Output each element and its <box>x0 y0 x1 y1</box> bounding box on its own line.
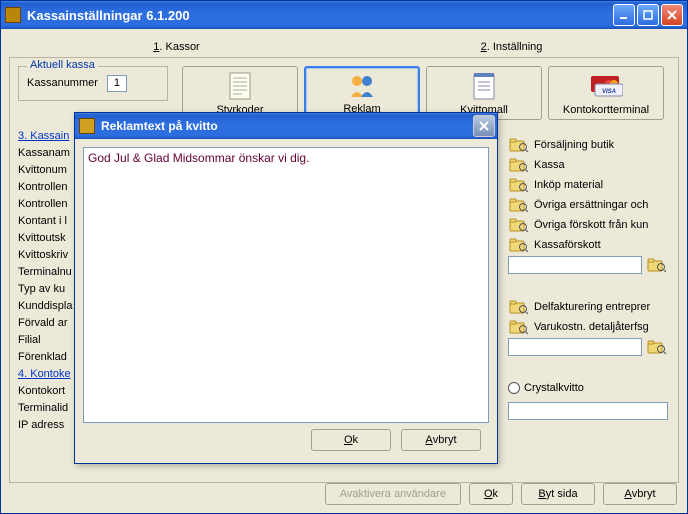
kassanummer-label: Kassanummer <box>27 77 98 89</box>
lookup-row[interactable]: Inköp material <box>508 176 668 194</box>
field-label: Typ av ku <box>18 283 72 295</box>
field-label: Kontrollen <box>18 181 72 193</box>
lookup-row[interactable]: Försäljning butik <box>508 136 668 154</box>
folder-search-icon <box>508 156 530 174</box>
reklamtext-dialog: Reklamtext på kvitto God Jul & Glad Mids… <box>74 112 498 464</box>
lookup-row[interactable]: Delfakturering entreprer <box>508 298 668 316</box>
document-icon <box>228 67 252 104</box>
dialog-ok-button[interactable]: Ok <box>311 429 391 451</box>
field-label: Terminalnu <box>18 266 72 278</box>
field-label: Terminalid <box>18 402 72 414</box>
field-label: Kvittoskriv <box>18 249 72 261</box>
close-button[interactable] <box>661 4 683 26</box>
people-icon <box>347 68 377 103</box>
field-label: Förvald ar <box>18 317 72 329</box>
field-label: Kunddispla <box>18 300 72 312</box>
dialog-close-button[interactable] <box>473 115 495 137</box>
text-input[interactable] <box>508 338 642 356</box>
left-label-column: 3. Kassain Kassanam Kvittonum Kontrollen… <box>18 130 72 431</box>
kassanummer-input[interactable]: 1 <box>107 75 127 92</box>
notepad-icon <box>472 67 496 104</box>
field-label: Kontant i l <box>18 215 72 227</box>
field-label: Kontrollen <box>18 198 72 210</box>
text-input[interactable] <box>508 402 668 420</box>
minimize-button[interactable] <box>613 4 635 26</box>
bottom-button-row: Avaktivera användare Ok Byt sida Avbryt <box>325 483 677 505</box>
maximize-button[interactable] <box>637 4 659 26</box>
tab-installning[interactable]: 2. Inställning <box>344 37 679 57</box>
dialog-avbryt-button[interactable]: Avbryt <box>401 429 481 451</box>
ok-button[interactable]: Ok <box>469 483 513 505</box>
right-column: Försäljning butik Kassa Inköp material Ö… <box>508 136 668 420</box>
avbryt-button[interactable]: Avbryt <box>603 483 677 505</box>
folder-search-icon <box>508 196 530 214</box>
field-label: Kontokort <box>18 385 72 397</box>
aktuell-kassa-legend: Aktuell kassa <box>27 59 98 71</box>
lookup-row[interactable]: Kassa <box>508 156 668 174</box>
field-label: Kvittoutsk <box>18 232 72 244</box>
tab-bar: 1. Kassor 2. Inställning <box>9 37 679 57</box>
lookup-row[interactable]: Kassaförskott <box>508 236 668 254</box>
lookup-row[interactable]: Varukostn. detaljåterfsg <box>508 318 668 336</box>
svg-text:VISA: VISA <box>602 89 616 95</box>
dialog-icon <box>79 118 95 134</box>
dialog-content: God Jul & Glad Midsommar önskar vi dig. … <box>75 139 497 463</box>
folder-search-icon[interactable] <box>646 256 668 274</box>
lookup-row[interactable]: Övriga ersättningar och <box>508 196 668 214</box>
folder-search-icon <box>508 236 530 254</box>
reklamtext-textarea[interactable]: God Jul & Glad Midsommar önskar vi dig. <box>83 147 489 423</box>
deactivate-user-button: Avaktivera användare <box>325 483 461 505</box>
field-label: Filial <box>18 334 72 346</box>
dialog-button-row: Ok Avbryt <box>83 429 489 451</box>
radio-icon <box>508 382 520 394</box>
window-title: Kassainställningar 6.1.200 <box>27 8 613 23</box>
dialog-titlebar: Reklamtext på kvitto <box>75 113 497 139</box>
folder-search-icon <box>508 216 530 234</box>
section-link-kontoke[interactable]: 4. Kontoke <box>18 368 72 380</box>
bytsida-button[interactable]: Byt sida <box>521 483 595 505</box>
folder-search-icon <box>508 318 530 336</box>
app-icon <box>5 7 21 23</box>
field-label: IP adress <box>18 419 72 431</box>
folder-search-icon[interactable] <box>646 338 668 356</box>
kontokortterminal-button[interactable]: VISA Kontokortterminal <box>548 66 664 120</box>
aktuell-kassa-group: Aktuell kassa Kassanummer 1 <box>18 66 168 101</box>
text-input[interactable] <box>508 256 642 274</box>
field-label: Förenklad <box>18 351 72 363</box>
field-label: Kassanam <box>18 147 72 159</box>
tab-kassor[interactable]: 1. Kassor <box>9 37 344 57</box>
titlebar: Kassainställningar 6.1.200 <box>1 1 687 29</box>
lookup-row[interactable]: Övriga förskott från kun <box>508 216 668 234</box>
folder-search-icon <box>508 176 530 194</box>
crystalkvitto-radio[interactable]: Crystalkvitto <box>508 382 668 394</box>
field-label: Kvittonum <box>18 164 72 176</box>
folder-search-icon <box>508 298 530 316</box>
folder-search-icon <box>508 136 530 154</box>
dialog-title: Reklamtext på kvitto <box>101 119 473 133</box>
section-link-kassain[interactable]: 3. Kassain <box>18 130 72 142</box>
creditcard-icon: VISA <box>589 67 623 104</box>
